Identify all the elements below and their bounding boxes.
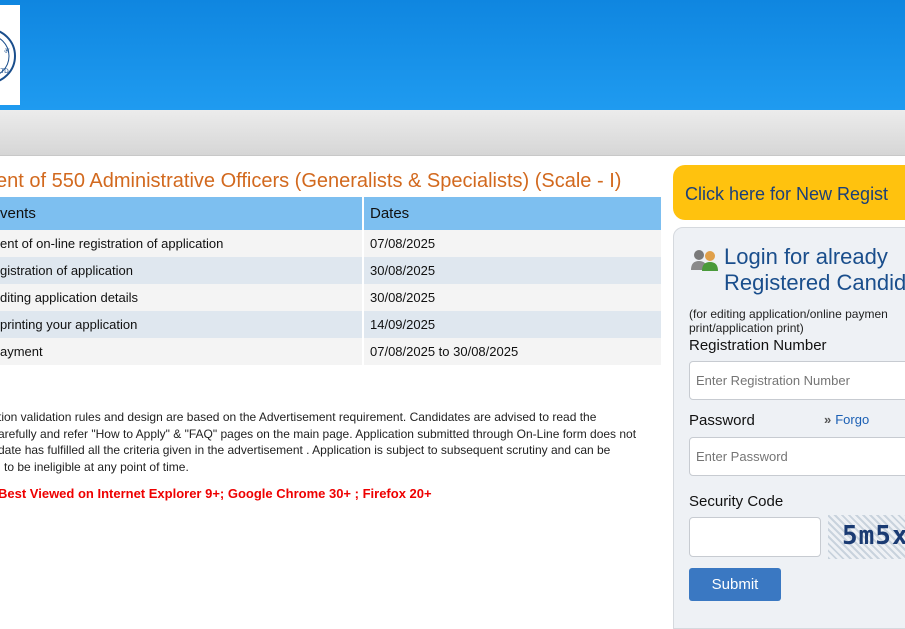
bank-logo: अ LTD <box>0 5 20 105</box>
date-cell: 14/09/2025 <box>362 311 661 338</box>
captcha-image: 5m5x <box>828 515 905 559</box>
browser-compatibility-note: Best Viewed on Internet Explorer 9+; Goo… <box>0 486 432 501</box>
login-subtitle-line2: print/application print) <box>689 321 804 335</box>
event-cell: gistration of application <box>0 257 363 284</box>
column-header-events: vents <box>0 197 363 230</box>
new-registration-label: Click here for New Regist <box>685 184 889 204</box>
login-title-line1: Login for already <box>724 244 888 269</box>
note-line: tion validation rules and design are bas… <box>0 410 597 424</box>
password-input[interactable] <box>689 437 905 476</box>
svg-text:LTD: LTD <box>0 68 9 75</box>
note-line: l to be ineligible at any point of time. <box>0 459 189 474</box>
nav-bar <box>0 110 905 156</box>
table-row: ayment 07/08/2025 to 30/08/2025 <box>0 338 661 365</box>
instructions-note: tion validation rules and design are bas… <box>0 409 658 475</box>
forgot-password-link[interactable]: » Forgo <box>824 412 869 427</box>
login-subtitle-line1: (for editing application/online paymen <box>689 307 888 321</box>
note-line: arefully and refer "How to Apply" & "FAQ… <box>0 426 637 441</box>
login-subtitle: (for editing application/online paymen p… <box>689 307 888 335</box>
login-title-line2: Registered Candid <box>724 270 905 295</box>
table-row: diting application details 30/08/2025 <box>0 284 661 311</box>
table-row: ent of on-line registration of applicati… <box>0 230 661 257</box>
double-chevron-right-icon: » <box>824 412 832 427</box>
password-label: Password <box>689 412 755 429</box>
page-title: ent of 550 Administrative Officers (Gene… <box>0 170 622 192</box>
event-cell: printing your application <box>0 311 363 338</box>
header-bar: अ LTD <box>0 0 905 110</box>
captcha-text: 5m5x <box>842 521 905 551</box>
table-row: gistration of application 30/08/2025 <box>0 257 661 284</box>
login-title: Login for already Registered Candid <box>690 244 905 296</box>
submit-button[interactable]: Submit <box>689 568 781 601</box>
event-cell: diting application details <box>0 284 363 311</box>
date-cell: 07/08/2025 to 30/08/2025 <box>362 338 661 365</box>
forgot-label: Forgo <box>835 412 870 427</box>
security-code-label: Security Code <box>689 493 784 510</box>
event-cell: ent of on-line registration of applicati… <box>0 230 363 257</box>
date-cell: 30/08/2025 <box>362 257 661 284</box>
new-registration-button[interactable]: Click here for New Regist <box>673 165 905 220</box>
registration-number-input[interactable] <box>689 361 905 400</box>
table-row: printing your application 14/09/2025 <box>0 311 661 338</box>
bank-seal-logo-icon: अ LTD <box>0 30 16 82</box>
svg-text:अ: अ <box>4 47 10 55</box>
date-cell: 07/08/2025 <box>362 230 661 257</box>
events-table: vents Dates ent of on-line registration … <box>0 197 661 365</box>
event-cell: ayment <box>0 338 363 365</box>
table-header-row: vents Dates <box>0 197 661 230</box>
note-line: date has fulfilled all the criteria give… <box>0 443 611 457</box>
column-header-dates: Dates <box>362 197 661 230</box>
registration-number-label: Registration Number <box>689 337 827 354</box>
security-code-input[interactable] <box>689 517 821 557</box>
date-cell: 30/08/2025 <box>362 284 661 311</box>
